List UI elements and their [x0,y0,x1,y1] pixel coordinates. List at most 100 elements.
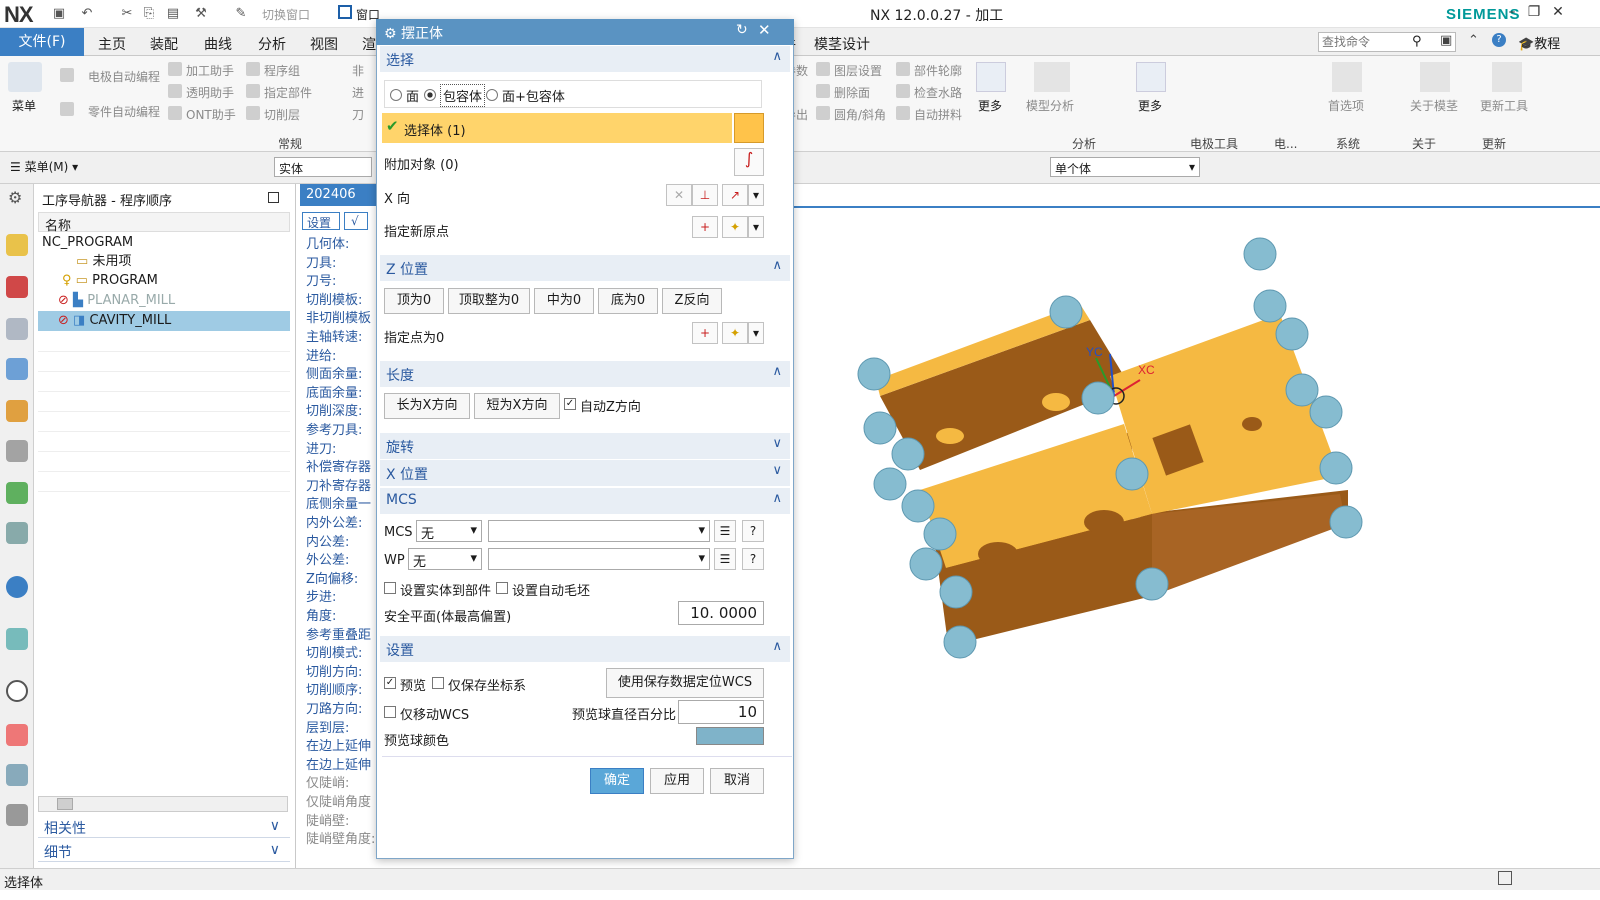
part-nav-icon[interactable] [6,318,28,340]
full-screen-icon[interactable] [1498,871,1512,885]
set-solid-checkbox[interactable] [384,582,396,594]
help-icon[interactable]: ? [1492,33,1506,47]
reverse-direction-icon[interactable]: ✕ [666,184,692,206]
tree-row-unused[interactable]: ▭ 未用项 [38,252,290,272]
inferred-vector-icon[interactable]: ↗ [722,184,748,206]
collapse-ribbon-icon[interactable]: ⌃ [1468,33,1479,48]
safe-plane-input[interactable]: 10. 0000 [678,601,764,625]
short-x-button[interactable]: 短为X方向 [474,393,560,419]
section-mcs[interactable]: MCS ∧ [380,488,790,514]
search-icon[interactable]: ⚲ [1412,34,1422,49]
bottom-zero-button[interactable]: 底为0 [598,288,658,314]
ribbon-cut-levels[interactable]: 切削层 [264,106,300,123]
top-round-zero-button[interactable]: 顶取整为0 [448,288,530,314]
section-settings[interactable]: 设置 ∧ [380,636,790,662]
tab-file[interactable]: 文件(F) [0,28,84,56]
hd3d-tools-icon[interactable] [6,482,28,504]
menu-dropdown[interactable]: ☰ 菜单(M) ▾ [10,158,78,175]
copy-icon[interactable]: ⎘ [140,5,158,23]
inferred-point-icon[interactable]: ✦ [722,322,748,344]
inferred-point-icon[interactable]: ✦ [722,216,748,238]
radio-facebox[interactable] [486,89,498,101]
reuse-library-icon[interactable] [6,440,28,462]
ribbon-electrode-program[interactable]: 电极自动编程 [88,68,160,85]
menu-large-icon[interactable] [8,62,42,92]
web-browser-icon[interactable] [6,628,28,650]
ok-button[interactable]: 确定 [590,768,644,794]
undo-icon[interactable]: ↶ [78,5,96,23]
switch-window-button[interactable]: 切换窗口 [262,6,310,23]
dialog-title-bar[interactable]: ⚙ 摆正体 [376,19,794,45]
ribbon-model-analysis[interactable]: 模型分析 [1026,97,1074,114]
solid-body-icon[interactable] [734,113,764,143]
tab-curve[interactable]: 曲线 [204,34,232,54]
ribbon-non[interactable]: 非 [352,62,364,79]
machine-nav-icon[interactable] [6,400,28,422]
point-dialog-icon[interactable]: + [692,322,718,344]
ribbon-options-icon[interactable]: ▣ [1440,33,1452,48]
point-dialog-icon[interactable]: + [692,216,718,238]
minimize-icon[interactable]: – [1502,4,1522,24]
param-tab-title[interactable]: 202406 [300,184,380,206]
history-clock-icon[interactable] [6,680,28,702]
repeat-command-icon[interactable]: ⚒ [192,5,210,23]
selection-scope-select[interactable]: 单个体 ▾ [1050,157,1200,177]
tab-assembly[interactable]: 装配 [150,34,178,54]
section-select[interactable]: 选择 ∧ [380,46,790,72]
restore-icon[interactable]: ❐ [1524,4,1544,24]
close-icon[interactable]: ✕ [758,21,771,39]
ribbon-layer-settings[interactable]: 图层设置 [834,62,882,79]
radio-face[interactable] [390,89,402,101]
ribbon-part-program[interactable]: 零件自动编程 [88,103,160,120]
more-large-icon[interactable] [976,62,1006,92]
ribbon-jin[interactable]: 进 [352,84,364,101]
tree-row-cavity-mill[interactable]: ⊘ ◨ CAVITY_MILL [38,311,290,331]
visibility-eye-icon[interactable] [6,522,28,544]
ball-color-swatch[interactable] [696,727,764,745]
paste-icon[interactable]: ▤ [164,5,182,23]
column-header-name[interactable]: 名称 [38,212,290,234]
ribbon-transparent-helper[interactable]: 透明助手 [186,84,234,101]
ribbon-dao[interactable]: 刀 [352,106,364,123]
maximize-icon[interactable] [268,192,279,203]
ball-pct-input[interactable]: 10 [678,700,764,724]
ribbon-preferences[interactable]: 首选项 [1328,97,1364,114]
section-z-position[interactable]: Z 位置 ∧ [380,255,790,281]
ribbon-program-group[interactable]: 程序组 [264,62,300,79]
tree-row-nc-program[interactable]: NC_PROGRAM [38,233,290,253]
ribbon-menu-button[interactable]: 菜单 [12,97,36,114]
list-icon[interactable]: ☰ [714,548,736,570]
touch-mode-icon[interactable]: ✎ [232,5,250,23]
query-icon[interactable]: ? [742,548,764,570]
close-window-icon[interactable]: ✕ [1548,4,1568,24]
constraint-nav-icon[interactable] [6,276,28,298]
ribbon-mach-helper[interactable]: 加工助手 [186,62,234,79]
section-rotate[interactable]: 旋转 ∨ [380,433,790,459]
ribbon-part-profile[interactable]: 部件轮廓 [914,62,962,79]
section-x-position[interactable]: X 位置 ∨ [380,460,790,486]
ribbon-delete-face[interactable]: 删除面 [834,84,870,101]
curve-icon[interactable]: ∫ [734,148,764,176]
section-length[interactable]: 长度 ∧ [380,361,790,387]
type-filter-select[interactable]: 实体 [274,157,372,177]
vector-dialog-icon[interactable]: ⊥ [692,184,718,206]
move-wcs-checkbox[interactable] [384,706,396,718]
process-studio-icon[interactable] [6,764,28,786]
chevron-down-icon[interactable]: ▾ [748,184,764,206]
ribbon-about-mold[interactable]: 关于模茎 [1410,97,1458,114]
command-search-input[interactable] [1318,32,1456,52]
operation-nav-icon[interactable] [6,358,28,380]
info-icon[interactable] [6,576,28,598]
tab-render[interactable]: 渲 [362,34,376,54]
chevron-down-icon[interactable]: ▾ [748,216,764,238]
use-saved-wcs-button[interactable]: 使用保存数据定位WCS [606,668,764,698]
tutorial-link[interactable]: 🎓教程 [1518,33,1560,52]
ribbon-ont-helper[interactable]: ONT助手 [186,106,236,123]
cancel-button[interactable]: 取消 [710,768,764,794]
top-zero-button[interactable]: 顶为0 [384,288,444,314]
ribbon-more-2[interactable]: 更多 [1138,97,1162,114]
mid-zero-button[interactable]: 中为0 [534,288,594,314]
section-details[interactable]: 细节 ∨ [38,840,290,862]
apply-button[interactable]: 应用 [650,768,704,794]
settings-gear-icon[interactable]: ⚙ [8,188,22,207]
